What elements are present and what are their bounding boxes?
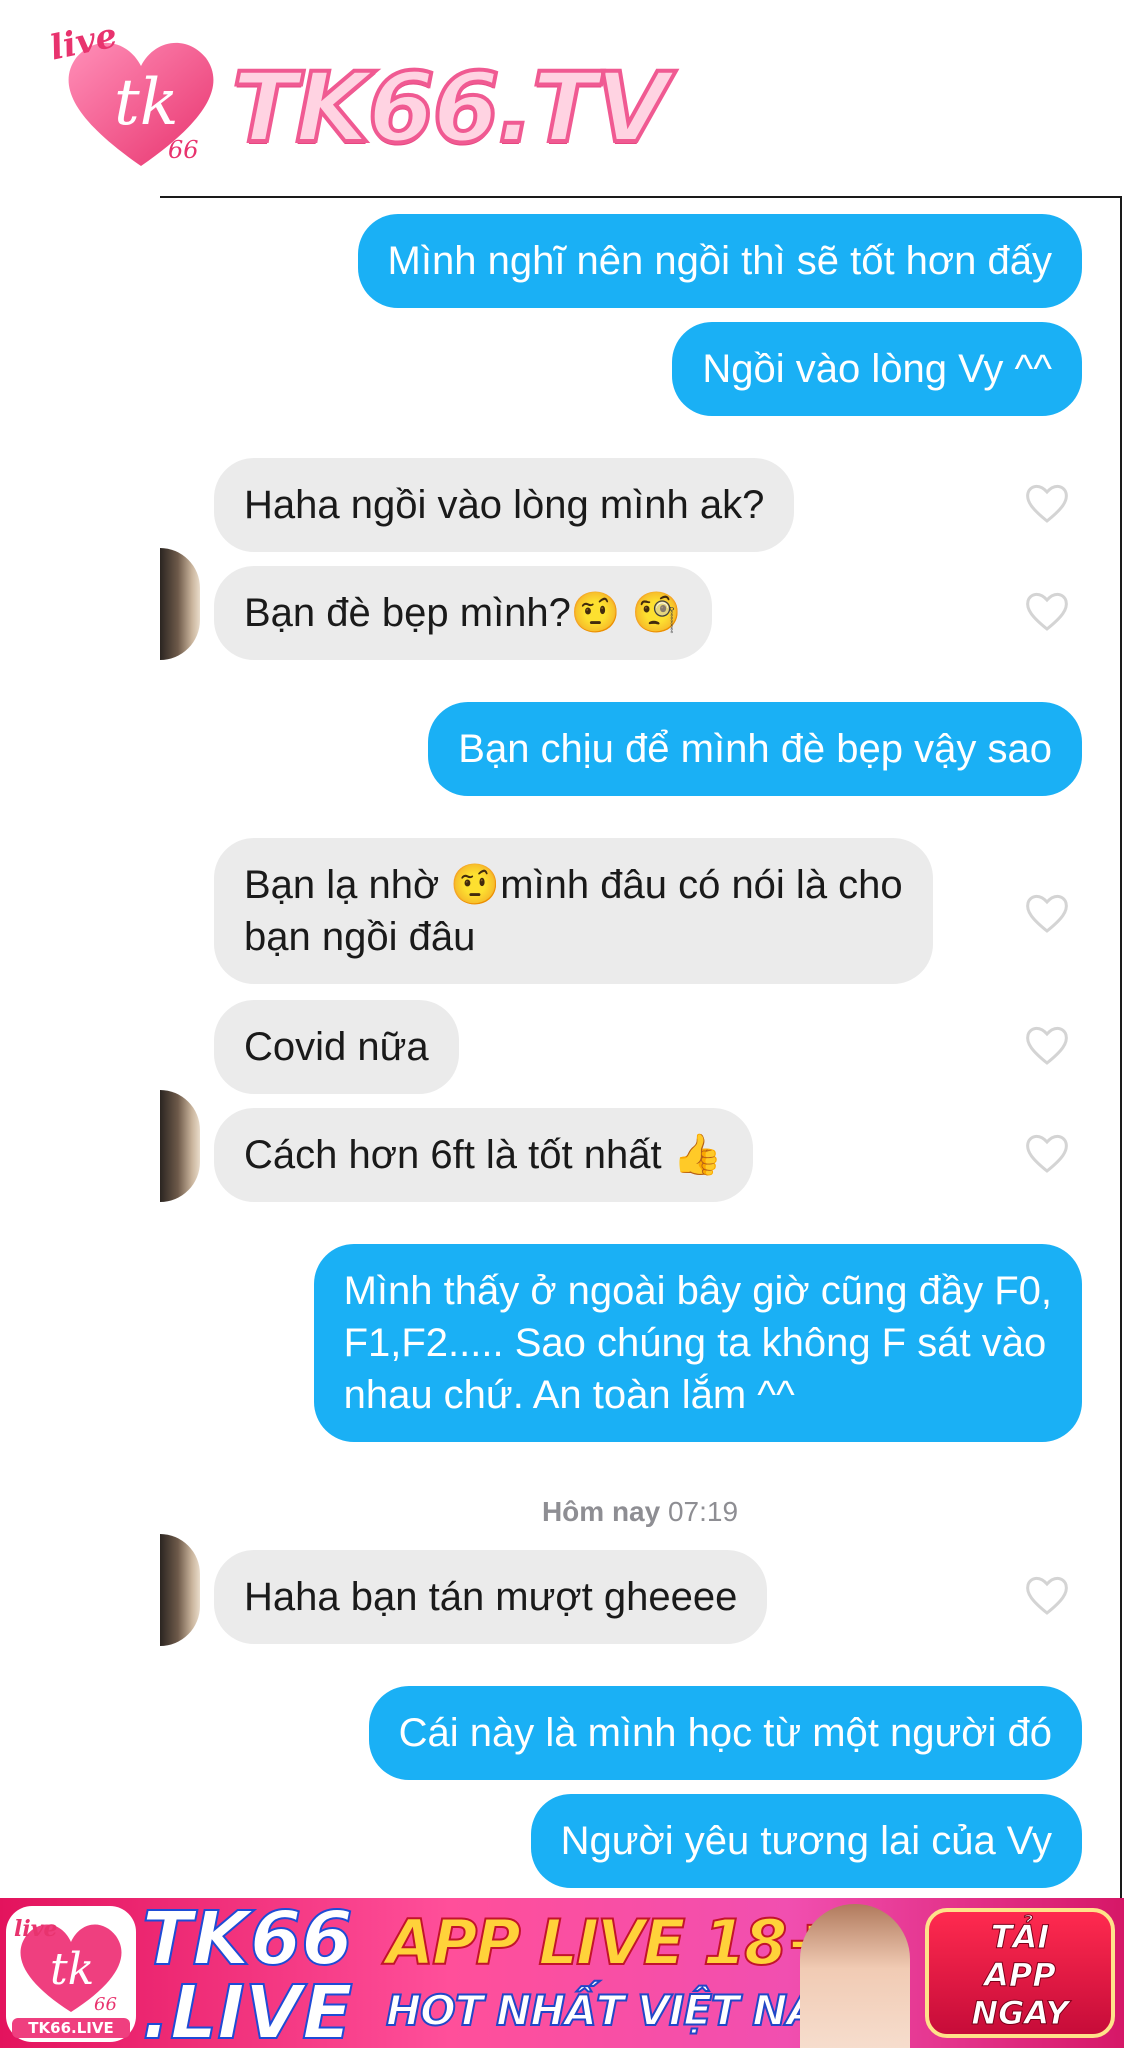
incoming-message[interactable]: Bạn lạ nhờ 🤨mình đâu có nói là cho bạn n… [214,838,933,984]
message-line: nhau chứ. An toàn lắm ^^ [343,1373,795,1417]
banner-subline: HOT NHẤT VIỆT NAM [385,1985,861,2036]
outgoing-message[interactable]: Cái này là mình học từ một người đó [368,1686,1082,1780]
heart-outline-icon[interactable] [1024,892,1070,934]
svg-text:66: 66 [94,1994,117,2015]
banner-brand: TK66 .LIVE [141,1898,354,2048]
svg-text:tk: tk [50,1944,94,1995]
banner-logo: live tk 66 TK66.LIVE [6,1906,136,2042]
message-line: Mình thấy ở ngoài bây giờ cũng đầy F0, [343,1269,1052,1313]
heart-outline-icon[interactable] [1024,590,1070,632]
outgoing-message[interactable]: Ngồi vào lòng Vy ^^ [672,322,1082,416]
contact-avatar[interactable] [160,1090,200,1202]
message-timestamp: Hôm nay 07:19 [541,1496,739,1527]
message-line: Bạn lạ nhờ 🤨mình đâu có nói là cho [244,863,903,907]
heart-logo-icon: live tk 66 TK66.LIVE [12,1916,130,2038]
contact-avatar[interactable] [160,548,200,660]
logo-number: 66 [168,136,199,164]
outgoing-message[interactable]: Mình nghĩ nên ngồi thì sẽ tốt hơn đấy [357,214,1082,308]
contact-avatar[interactable] [160,1534,200,1646]
ad-banner[interactable]: live tk 66 TK66.LIVE TK66 .LIVE APP LIVE… [0,1898,1124,2048]
download-app-button[interactable]: TẢI APP NGAY [925,1908,1115,2038]
incoming-message[interactable]: Covid nữa [214,1000,459,1094]
outgoing-message[interactable]: Người yêu tương lai của Vy [530,1794,1082,1888]
heart-outline-icon[interactable] [1024,1132,1070,1174]
emoji: 🤨 🧐 [570,591,682,635]
chat-thread[interactable]: Mình nghĩ nên ngồi thì sẽ tốt hơn đấy Ng… [160,196,1122,1904]
watermark-brand: TK66.TV [230,50,672,166]
incoming-message[interactable]: Haha ngồi vào lòng mình ak? [214,458,795,552]
svg-text:live: live [14,1916,58,1942]
outgoing-message[interactable]: Mình thấy ở ngoài bây giờ cũng đầy F0, F… [313,1244,1082,1442]
incoming-message[interactable]: Cách hơn 6ft là tốt nhất 👍 [214,1108,753,1202]
banner-model-image [800,1904,910,2048]
heart-outline-icon[interactable] [1024,482,1070,524]
incoming-message[interactable]: Haha bạn tán mượt gheeee [214,1550,768,1644]
svg-text:TK66.LIVE: TK66.LIVE [28,2019,113,2037]
heart-outline-icon[interactable] [1024,1024,1070,1066]
heart-outline-icon[interactable] [1024,1574,1070,1616]
thumbs-up-emoji: 👍 [672,1133,723,1177]
outgoing-message[interactable]: Bạn chịu để mình đè bẹp vậy sao [428,702,1082,796]
emoji: 🤨 [450,863,501,907]
incoming-message[interactable]: Bạn đè bẹp mình?🤨 🧐 [214,566,712,660]
logo-mark: tk [114,66,179,140]
watermark-logo: tk 66 live TK66.TV [47,15,672,180]
banner-headline: APP LIVE 18+ [385,1905,838,1980]
message-line: bạn ngồi đâu [244,915,476,959]
message-line: F1,F2..... Sao chúng ta không F sát vào [343,1321,1047,1365]
